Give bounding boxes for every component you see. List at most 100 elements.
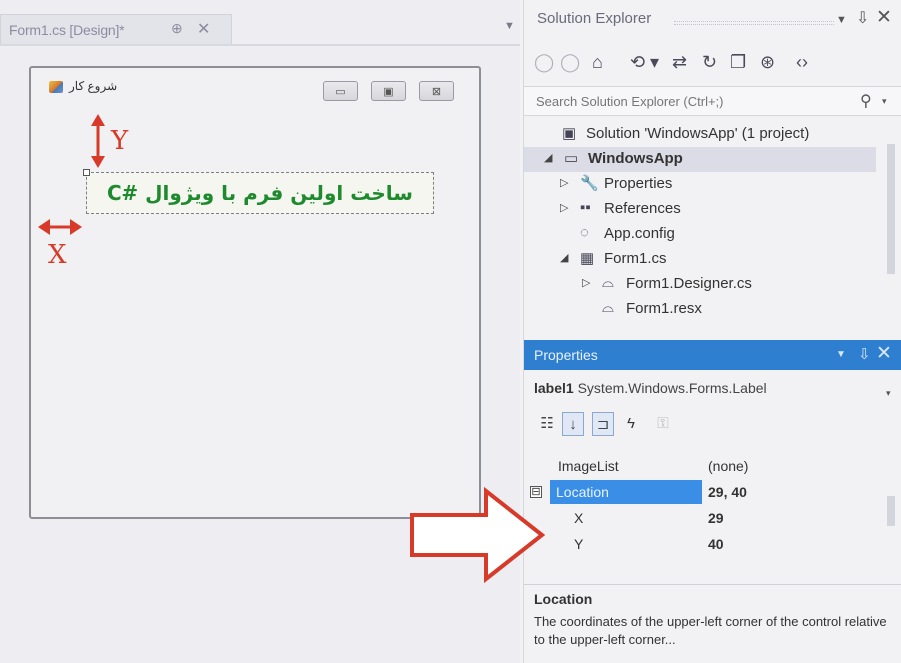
tree-item-label: Properties — [604, 175, 673, 192]
property-row-x[interactable]: X 29 — [524, 506, 884, 532]
tree-item-label: App.config — [604, 225, 675, 242]
alphabetical-icon[interactable]: ↓ — [562, 412, 584, 436]
close-icon[interactable]: ✕ — [197, 19, 210, 39]
description-text: The coordinates of the upper-left corner… — [534, 614, 887, 647]
property-grid: ImageList (none) ⊟ Location 29, 40 X 29 … — [524, 450, 884, 578]
document-tab-label: Form1.cs [Design]* — [9, 22, 125, 38]
properties-scrollbar[interactable] — [884, 450, 898, 578]
tab-dropdown-icon[interactable]: ▼ — [504, 20, 515, 32]
property-value[interactable]: 40 — [708, 536, 724, 552]
y-offset-arrow-icon — [91, 114, 105, 168]
tree-item[interactable]: ▷ ▪▪ References — [524, 197, 876, 222]
pin-icon[interactable]: ⇩ — [858, 345, 871, 363]
dropdown-icon[interactable]: ▾ — [650, 52, 659, 73]
back-icon[interactable]: ◯ — [534, 52, 554, 73]
close-button[interactable]: ⊠ — [419, 81, 454, 101]
references-icon: ▪▪ — [580, 199, 591, 216]
form-file-icon: ▦ — [580, 250, 595, 267]
close-icon[interactable]: ✕ — [876, 6, 892, 29]
property-name: X — [574, 510, 584, 526]
properties-view-icon[interactable]: ⊐ — [592, 412, 614, 436]
maximize-button[interactable]: ▣ — [371, 81, 406, 101]
property-value[interactable]: 29 — [708, 510, 724, 526]
solution-explorer-toolbar: ◯ ◯ ⌂ ⟲ ▾ ⇄ ↻ ❐ ⊛ ‹› — [534, 52, 894, 82]
y-axis-label: Y — [111, 126, 129, 156]
document-tab[interactable]: Form1.cs [Design]* ⊕ ✕ — [0, 14, 232, 44]
config-file-icon: ◌ — [580, 224, 589, 241]
document-tab-strip: Form1.cs [Design]* ⊕ ✕ ▼ — [0, 0, 520, 46]
solution-explorer-title: Solution Explorer — [537, 10, 652, 27]
property-row-imagelist[interactable]: ImageList (none) — [524, 454, 884, 480]
property-name: Location — [556, 484, 609, 500]
code-icon[interactable]: ‹› — [796, 52, 808, 73]
collapse-arrow-icon[interactable]: ◢ — [544, 151, 552, 164]
property-value[interactable]: (none) — [708, 458, 748, 474]
selection-handle[interactable] — [83, 169, 90, 176]
x-offset-arrow-icon — [38, 219, 82, 235]
panel-dropdown-icon[interactable]: ▼ — [836, 349, 846, 360]
tree-item-label: WindowsApp — [588, 150, 683, 167]
property-row-location[interactable]: ⊟ Location 29, 40 — [524, 480, 884, 506]
form-title: شروع کار — [69, 79, 118, 93]
pin-icon[interactable]: ⊕ — [171, 20, 183, 37]
tree-item-label: Form1.Designer.cs — [626, 275, 752, 292]
solution-tree: ▣ Solution 'WindowsApp' (1 project) ◢ ▭ Wind… — [524, 122, 884, 338]
scrollbar-thumb[interactable] — [887, 496, 895, 526]
collapse-icon[interactable]: ↻ — [702, 52, 717, 73]
properties-icon[interactable]: ⊛ — [760, 52, 775, 73]
scrollbar-thumb[interactable] — [887, 144, 895, 274]
label1-control[interactable]: ساخت اولین فرم با ویژوال #C — [83, 169, 434, 214]
properties-panel: Properties ▼ ⇩ ✕ label1 System.Windows.F… — [523, 340, 901, 663]
object-selector[interactable]: label1 System.Windows.Forms.Label — [534, 380, 767, 396]
pointer-arrow-icon — [410, 486, 546, 584]
description-title: Location — [534, 591, 593, 607]
tree-item-label: Solution 'WindowsApp' (1 project) — [586, 125, 810, 142]
solution-explorer-header: Solution Explorer ▼ ⇩ ✕ — [524, 0, 901, 40]
solution-search-box: ⚲ ▾ — [524, 86, 901, 116]
properties-title: Properties — [534, 347, 598, 363]
object-dropdown-icon[interactable]: ▾ — [886, 388, 891, 399]
pin-icon[interactable]: ⇩ — [856, 8, 869, 28]
resx-file-icon: ⌓ — [602, 299, 614, 316]
property-name: ImageList — [558, 458, 619, 474]
property-value[interactable]: 29, 40 — [708, 484, 747, 500]
visual-studio-window: Form1.cs [Design]* ⊕ ✕ ▼ شروع کار ▭ ▣ ⊠ … — [0, 0, 901, 663]
tree-item-label: References — [604, 200, 681, 217]
object-name: label1 — [534, 380, 574, 396]
sync-icon[interactable]: ⟲ — [630, 52, 645, 73]
refresh-icon[interactable]: ⇄ — [672, 52, 687, 73]
tree-item[interactable]: ▷ 🔧 Properties — [524, 172, 876, 197]
search-icon[interactable]: ⚲ — [860, 91, 872, 111]
tree-item[interactable]: ⌓ Form1.resx — [524, 297, 876, 322]
expand-arrow-icon[interactable]: ▷ — [582, 276, 590, 289]
panel-dropdown-icon[interactable]: ▼ — [836, 14, 847, 26]
expand-arrow-icon[interactable]: ▷ — [560, 176, 568, 189]
forward-icon[interactable]: ◯ — [560, 52, 580, 73]
label1-text: ساخت اولین فرم با ویژوال #C — [107, 181, 413, 205]
tree-item-label: Form1.resx — [626, 300, 702, 317]
close-icon[interactable]: ✕ — [876, 342, 892, 365]
events-icon[interactable]: ϟ — [620, 412, 642, 436]
home-icon[interactable]: ⌂ — [592, 52, 603, 73]
tree-item[interactable]: ▣ Solution 'WindowsApp' (1 project) — [524, 122, 876, 147]
search-options-icon[interactable]: ▾ — [882, 96, 887, 107]
x-axis-label: X — [48, 240, 67, 270]
form-title-bar: شروع کار ▭ ▣ ⊠ — [31, 68, 479, 102]
minimize-button[interactable]: ▭ — [323, 81, 358, 101]
show-all-icon[interactable]: ❐ — [730, 52, 746, 73]
object-type: System.Windows.Forms.Label — [577, 380, 767, 396]
solution-scrollbar[interactable] — [884, 122, 898, 332]
form-app-icon — [49, 81, 63, 93]
property-name: Y — [574, 536, 584, 552]
property-row-y[interactable]: Y 40 — [524, 532, 884, 558]
property-pages-icon[interactable]: ⚿ — [652, 412, 674, 436]
tree-item[interactable]: ◢ ▦ Form1.cs — [524, 247, 876, 272]
tree-item[interactable]: ◢ ▭ WindowsApp — [524, 147, 876, 172]
categorized-icon[interactable]: ☷ — [536, 412, 558, 436]
solution-explorer-panel: Solution Explorer ▼ ⇩ ✕ ◯◯⌂⟲▾⇄↻❐⊛‹› ⚲ ▾ … — [523, 0, 901, 340]
tree-item[interactable]: ▷ ⌓ Form1.Designer.cs — [524, 272, 876, 297]
tree-item[interactable]: ◌ App.config — [524, 222, 876, 247]
expand-arrow-icon[interactable]: ▷ — [560, 201, 568, 214]
collapse-arrow-icon[interactable]: ◢ — [560, 251, 568, 264]
solution-search-input[interactable] — [524, 87, 844, 115]
